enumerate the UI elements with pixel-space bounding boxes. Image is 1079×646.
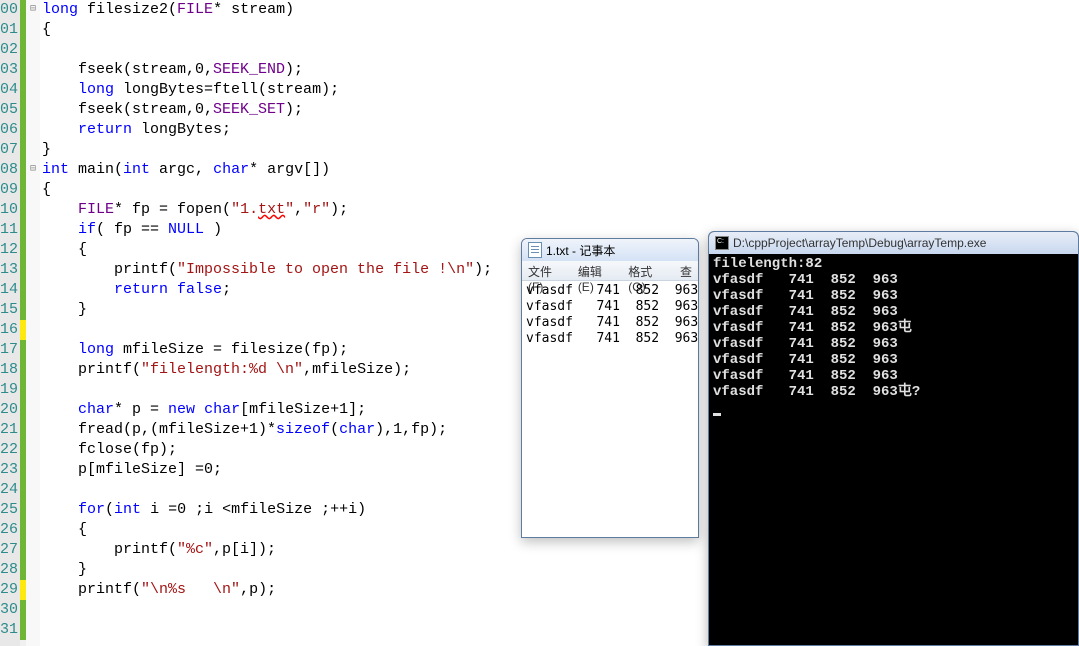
fold-toggle[interactable]: ⊟ bbox=[26, 0, 40, 20]
fold-empty bbox=[26, 340, 40, 360]
notepad-menu-item[interactable]: 查 bbox=[674, 261, 698, 280]
code-line[interactable]: long filesize2(FILE* stream) bbox=[42, 0, 1079, 20]
fold-empty bbox=[26, 140, 40, 160]
fold-empty bbox=[26, 440, 40, 460]
line-number: 07 bbox=[0, 140, 16, 160]
fold-empty bbox=[26, 260, 40, 280]
line-number: 00 bbox=[0, 0, 16, 20]
line-number: 19 bbox=[0, 380, 16, 400]
fold-empty bbox=[26, 480, 40, 500]
fold-empty bbox=[26, 580, 40, 600]
console-title: D:\cppProject\arrayTemp\Debug\arrayTemp.… bbox=[733, 236, 986, 250]
fold-empty bbox=[26, 20, 40, 40]
line-number: 13 bbox=[0, 260, 16, 280]
code-line[interactable]: fseek(stream,0,SEEK_SET); bbox=[42, 100, 1079, 120]
notepad-title: 1.txt - 记事本 bbox=[546, 242, 615, 259]
line-number: 10 bbox=[0, 200, 16, 220]
fold-empty bbox=[26, 240, 40, 260]
code-line[interactable] bbox=[42, 40, 1079, 60]
line-number: 28 bbox=[0, 560, 16, 580]
code-line[interactable]: int main(int argc, char* argv[]) bbox=[42, 160, 1079, 180]
code-line[interactable]: { bbox=[42, 20, 1079, 40]
fold-empty bbox=[26, 400, 40, 420]
fold-empty bbox=[26, 560, 40, 580]
fold-column[interactable]: ⊟⊟ bbox=[26, 0, 40, 646]
code-line[interactable]: } bbox=[42, 140, 1079, 160]
line-number: 01 bbox=[0, 20, 16, 40]
notepad-menu-item[interactable]: 编辑(E) bbox=[572, 261, 622, 280]
line-number: 09 bbox=[0, 180, 16, 200]
code-line[interactable]: FILE* fp = fopen("1.txt","r"); bbox=[42, 200, 1079, 220]
fold-empty bbox=[26, 520, 40, 540]
fold-empty bbox=[26, 600, 40, 620]
fold-empty bbox=[26, 180, 40, 200]
notepad-icon bbox=[528, 242, 542, 258]
line-number: 27 bbox=[0, 540, 16, 560]
line-number: 15 bbox=[0, 300, 16, 320]
fold-empty bbox=[26, 360, 40, 380]
line-number: 26 bbox=[0, 520, 16, 540]
fold-empty bbox=[26, 500, 40, 520]
fold-empty bbox=[26, 80, 40, 100]
notepad-titlebar[interactable]: 1.txt - 记事本 bbox=[522, 239, 698, 261]
line-number: 03 bbox=[0, 60, 16, 80]
fold-empty bbox=[26, 280, 40, 300]
fold-empty bbox=[26, 120, 40, 140]
line-number: 08 bbox=[0, 160, 16, 180]
code-line[interactable]: return longBytes; bbox=[42, 120, 1079, 140]
fold-empty bbox=[26, 540, 40, 560]
line-number: 31 bbox=[0, 620, 16, 640]
fold-empty bbox=[26, 40, 40, 60]
fold-empty bbox=[26, 320, 40, 340]
fold-empty bbox=[26, 380, 40, 400]
line-number: 24 bbox=[0, 480, 16, 500]
fold-empty bbox=[26, 200, 40, 220]
line-number: 12 bbox=[0, 240, 16, 260]
line-number: 29 bbox=[0, 580, 16, 600]
fold-empty bbox=[26, 220, 40, 240]
line-number-gutter: 0001020304050607080910111213141516171819… bbox=[0, 0, 20, 646]
console-cursor bbox=[713, 413, 721, 416]
fold-empty bbox=[26, 620, 40, 640]
fold-empty bbox=[26, 460, 40, 480]
line-number: 02 bbox=[0, 40, 16, 60]
line-number: 16 bbox=[0, 320, 16, 340]
console-window[interactable]: D:\cppProject\arrayTemp\Debug\arrayTemp.… bbox=[708, 231, 1079, 646]
line-number: 17 bbox=[0, 340, 16, 360]
line-number: 05 bbox=[0, 100, 16, 120]
line-number: 06 bbox=[0, 120, 16, 140]
notepad-window[interactable]: 1.txt - 记事本 文件(F)编辑(E)格式(O)查 vfasdf 741 … bbox=[521, 238, 699, 538]
notepad-content[interactable]: vfasdf 741 852 963 vfasdf 741 852 963 vf… bbox=[522, 281, 698, 349]
console-content: filelength:82 vfasdf 741 852 963 vfasdf … bbox=[709, 254, 1078, 418]
notepad-menu-item[interactable]: 格式(O) bbox=[622, 261, 674, 280]
line-number: 30 bbox=[0, 600, 16, 620]
line-number: 22 bbox=[0, 440, 16, 460]
line-number: 04 bbox=[0, 80, 16, 100]
notepad-menu-item[interactable]: 文件(F) bbox=[522, 261, 572, 280]
code-line[interactable]: fseek(stream,0,SEEK_END); bbox=[42, 60, 1079, 80]
line-number: 11 bbox=[0, 220, 16, 240]
fold-empty bbox=[26, 60, 40, 80]
line-number: 25 bbox=[0, 500, 16, 520]
fold-empty bbox=[26, 100, 40, 120]
line-number: 14 bbox=[0, 280, 16, 300]
console-titlebar[interactable]: D:\cppProject\arrayTemp\Debug\arrayTemp.… bbox=[709, 232, 1078, 254]
line-number: 21 bbox=[0, 420, 16, 440]
code-line[interactable]: { bbox=[42, 180, 1079, 200]
notepad-menubar[interactable]: 文件(F)编辑(E)格式(O)查 bbox=[522, 261, 698, 281]
fold-empty bbox=[26, 300, 40, 320]
line-number: 20 bbox=[0, 400, 16, 420]
fold-toggle[interactable]: ⊟ bbox=[26, 160, 40, 180]
console-icon bbox=[715, 236, 729, 250]
line-number: 18 bbox=[0, 360, 16, 380]
fold-empty bbox=[26, 420, 40, 440]
line-number: 23 bbox=[0, 460, 16, 480]
code-line[interactable]: long longBytes=ftell(stream); bbox=[42, 80, 1079, 100]
